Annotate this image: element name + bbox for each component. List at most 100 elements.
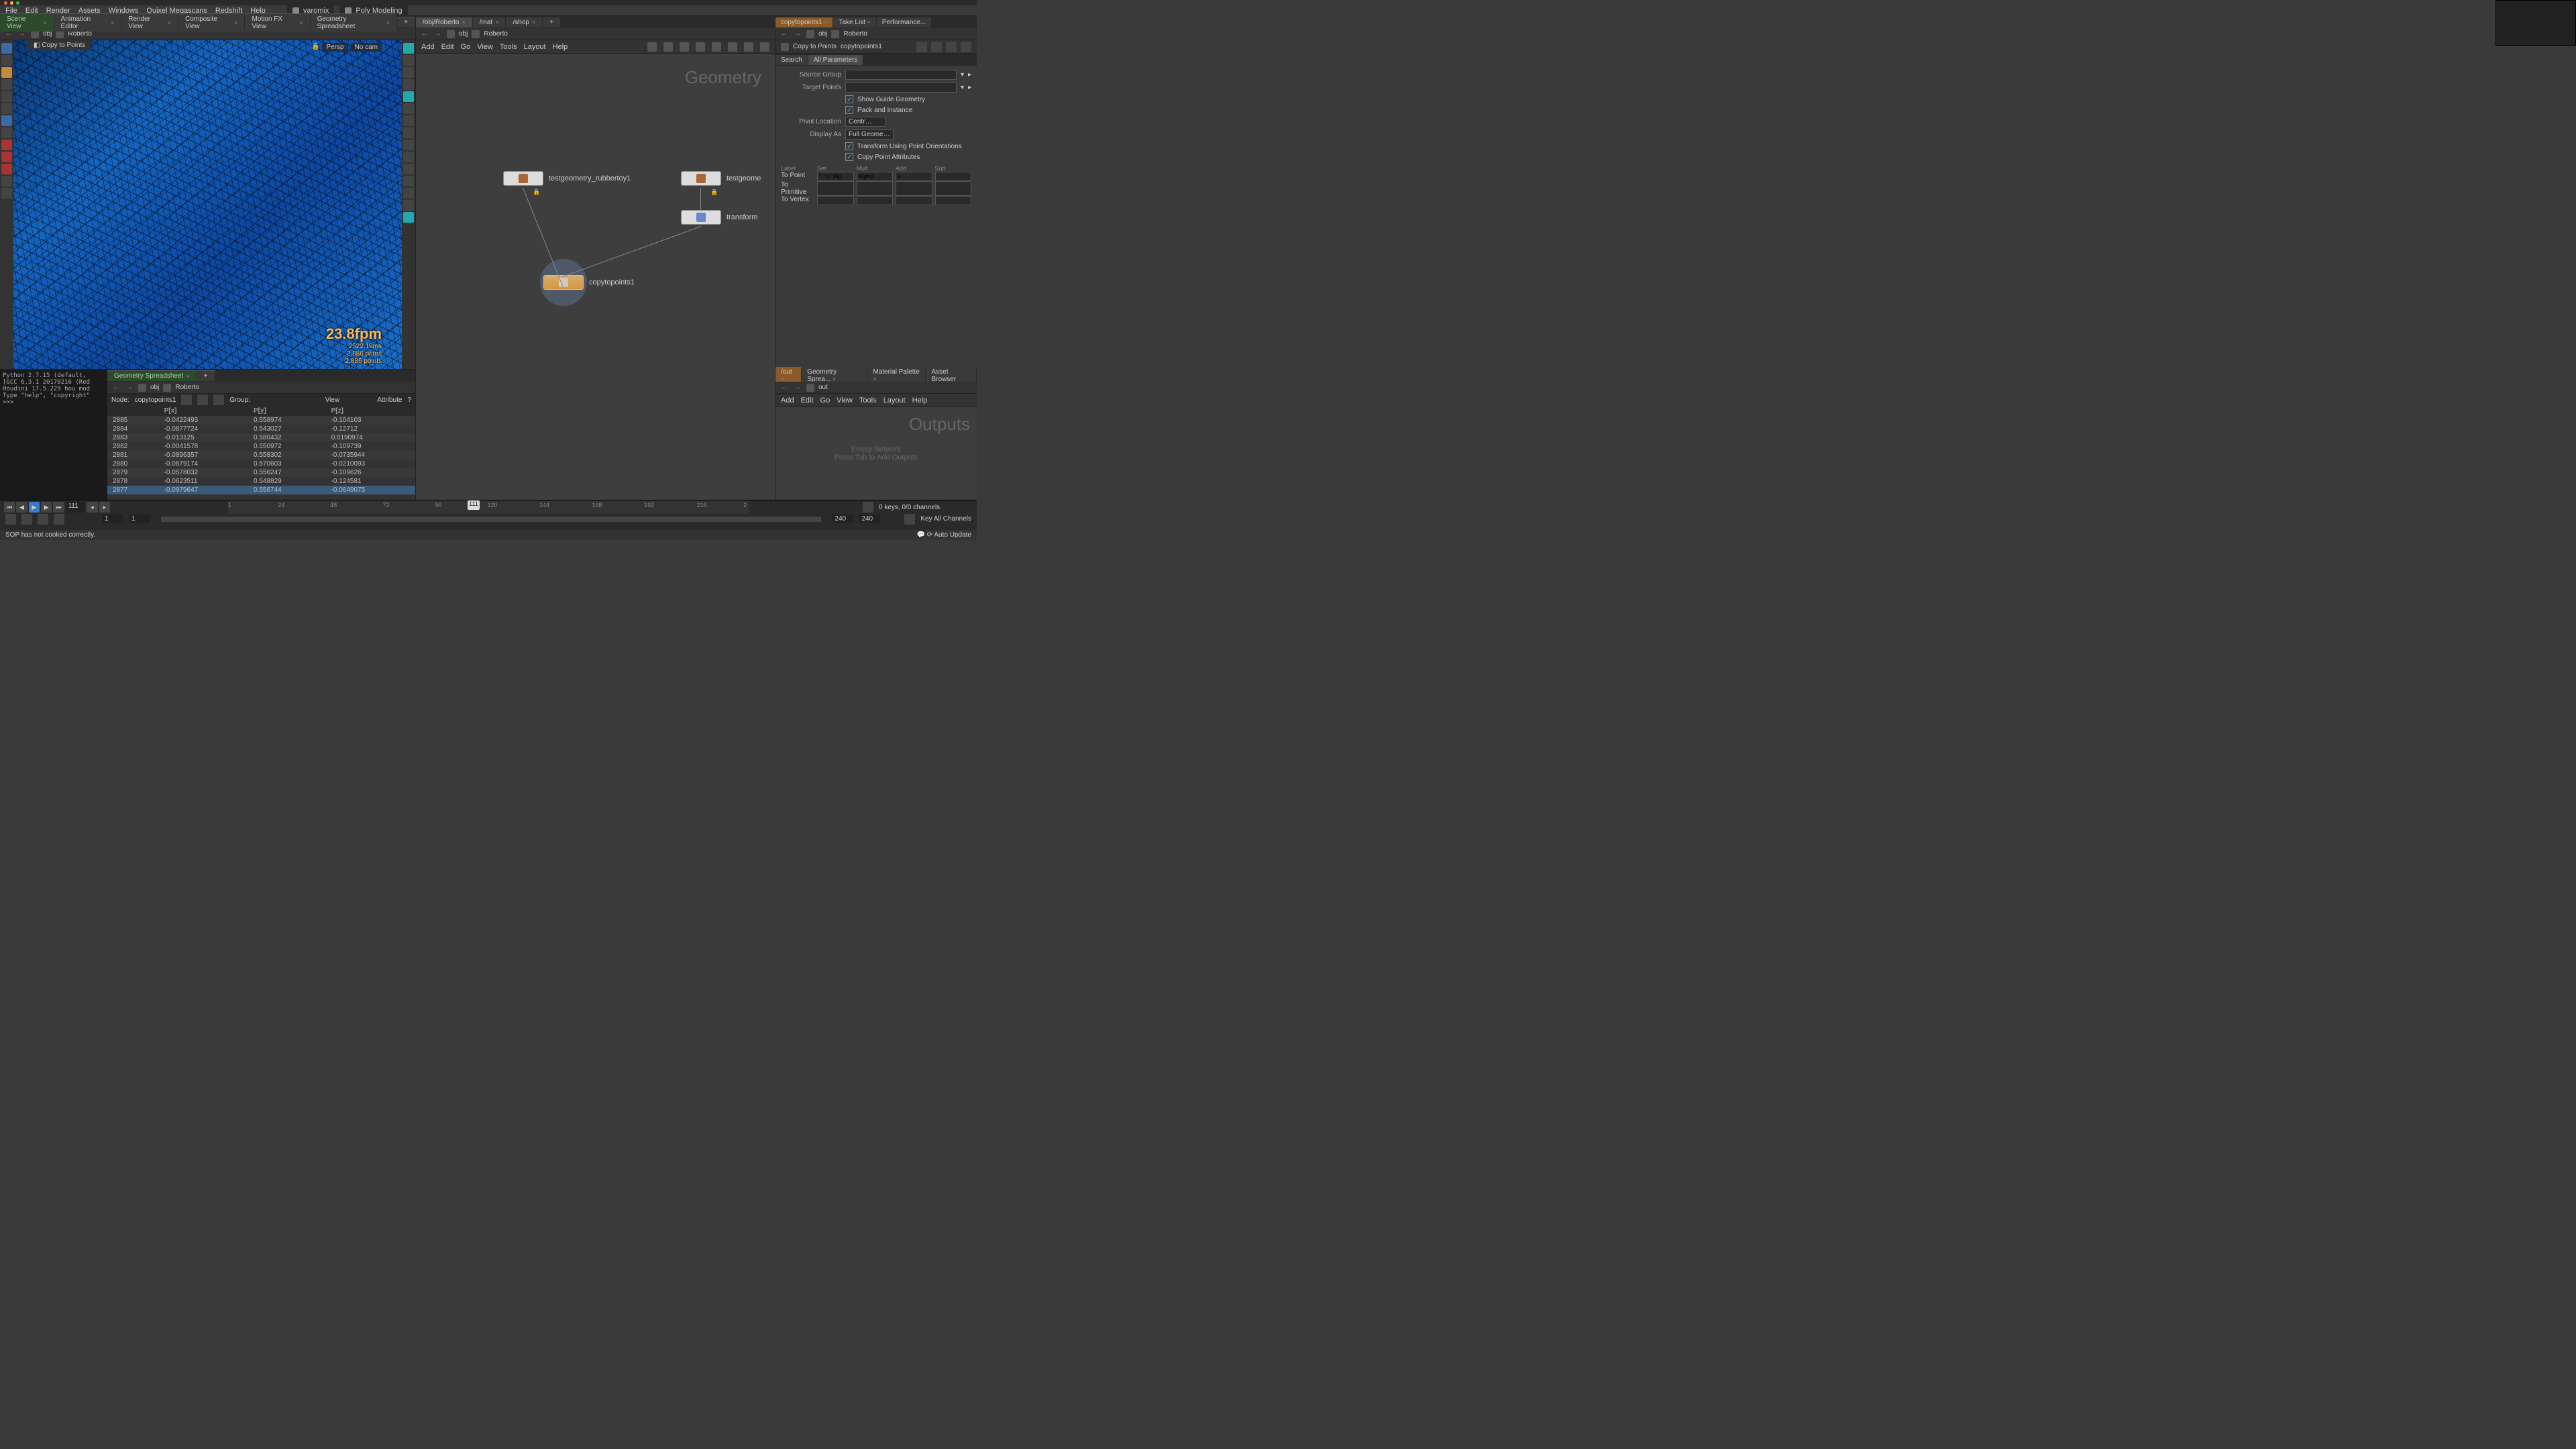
xform-orient-check[interactable]: ✓ — [845, 142, 853, 150]
target-points-input[interactable] — [845, 83, 957, 93]
ptab-search[interactable]: Search — [775, 55, 808, 65]
nav-fwd-icon[interactable]: → — [125, 384, 134, 391]
info-icon[interactable] — [403, 200, 414, 211]
sticky-icon[interactable] — [712, 42, 721, 52]
net-path-roberto[interactable]: Roberto — [484, 30, 508, 38]
camera-persp[interactable]: Persp — [322, 43, 347, 52]
out-menu-add[interactable]: Add — [781, 396, 794, 405]
view-tool-icon[interactable] — [1, 176, 12, 186]
netbox-icon[interactable] — [728, 42, 737, 52]
magnet-tool-icon[interactable] — [1, 152, 12, 162]
search-icon[interactable] — [946, 42, 957, 52]
cook-icon[interactable]: ⟳ — [927, 531, 932, 539]
move-tool-icon[interactable] — [1, 79, 12, 90]
tab-geo-spread[interactable]: Geometry Spreadsheet× — [311, 13, 397, 32]
range-end-field[interactable]: 240 — [832, 515, 853, 523]
net-menu-tools[interactable]: Tools — [500, 43, 517, 51]
copy-attr-check[interactable]: ✓ — [845, 153, 853, 161]
current-frame-field[interactable]: 111 — [66, 502, 86, 513]
uv-icon[interactable] — [403, 140, 414, 150]
arrow-icon[interactable]: ▸ — [968, 71, 971, 78]
nav-fwd-icon[interactable]: → — [433, 30, 443, 38]
out-menu-view[interactable]: View — [837, 396, 853, 405]
chevron-down-icon[interactable]: ▾ — [961, 84, 964, 91]
home-icon[interactable] — [447, 30, 455, 38]
tab-comp-view[interactable]: Composite View× — [178, 13, 244, 32]
ptab-takelist[interactable]: Take List × — [833, 17, 875, 28]
next-frame-button[interactable]: ▶ — [41, 502, 52, 513]
tab-add[interactable]: + — [397, 17, 415, 28]
os-close-icon[interactable] — [4, 1, 7, 5]
info-icon[interactable] — [961, 42, 971, 52]
gear-icon[interactable] — [916, 42, 927, 52]
out-menu-help[interactable]: Help — [912, 396, 928, 405]
point-icon[interactable] — [403, 152, 414, 162]
out-path[interactable]: out — [818, 384, 828, 391]
op-name-label[interactable]: copytopoints1 — [841, 43, 882, 50]
to-prim-sub[interactable] — [935, 181, 972, 196]
to-prim-set[interactable] — [817, 181, 854, 196]
nav-back-icon[interactable]: ← — [420, 30, 429, 38]
to-point-set[interactable] — [817, 172, 854, 181]
net-menu-edit[interactable]: Edit — [441, 43, 454, 51]
palette-icon[interactable] — [760, 42, 769, 52]
key-all-label[interactable]: Key All Channels — [920, 515, 971, 523]
sp-path-roberto[interactable]: Roberto — [175, 384, 199, 391]
node-rubbertoy[interactable]: testgeometry_rubbertoy1 🔒 — [503, 171, 631, 186]
ghost-icon[interactable] — [403, 55, 414, 66]
select-tool-icon[interactable] — [1, 43, 12, 54]
grid-icon[interactable] — [696, 42, 705, 52]
tab-add-lower[interactable]: + — [197, 370, 215, 381]
net-menu-layout[interactable]: Layout — [524, 43, 546, 51]
path-seg-obj[interactable]: obj — [43, 30, 52, 38]
ptab-node[interactable]: copytopoints1 × — [775, 17, 833, 28]
chat-icon[interactable]: 💬 — [917, 531, 925, 539]
prev-key-button[interactable]: ◂ — [87, 502, 97, 513]
displayas-dropdown[interactable]: Full Geome… — [845, 129, 894, 140]
channel-icon[interactable] — [904, 514, 915, 525]
nav-back-icon[interactable]: ← — [111, 384, 121, 391]
grid-icon[interactable] — [403, 67, 414, 78]
verts-mode-icon[interactable] — [197, 394, 208, 405]
range-end2-field[interactable]: 240 — [859, 515, 880, 523]
list-icon[interactable] — [663, 42, 673, 52]
paint-tool-icon[interactable] — [1, 140, 12, 150]
network-view[interactable]: Geometry testgeometry_rubbertoy1 🔒 testg… — [416, 54, 775, 500]
range-start-field[interactable]: 1 — [102, 515, 123, 523]
material-icon[interactable] — [403, 115, 414, 126]
attribute-dd[interactable]: Attribute — [377, 396, 402, 404]
help-icon[interactable] — [931, 42, 942, 52]
prev-frame-button[interactable]: ◀ — [16, 502, 27, 513]
rpath-obj[interactable]: obj — [818, 30, 827, 38]
lasso-tool-icon[interactable] — [1, 55, 12, 66]
out-menu-edit[interactable]: Edit — [801, 396, 814, 405]
to-prim-mult[interactable] — [857, 181, 894, 196]
net-menu-add[interactable]: Add — [421, 43, 435, 51]
edge-icon[interactable] — [403, 176, 414, 186]
home-icon[interactable] — [138, 384, 146, 392]
sculpt-tool-icon[interactable] — [1, 164, 12, 174]
shade-icon[interactable] — [403, 91, 414, 102]
lock-icon[interactable]: 🔒 — [311, 43, 319, 52]
handle-tool-icon[interactable] — [1, 115, 12, 126]
brush-tool-icon[interactable] — [1, 67, 12, 78]
nav-fwd-icon[interactable]: → — [17, 30, 27, 38]
net-path-obj[interactable]: obj — [459, 30, 468, 38]
nav-back-icon[interactable]: ← — [780, 30, 789, 38]
range-icon[interactable] — [38, 514, 48, 525]
python-shell[interactable]: Python 2.7.15 (default, [GCC 6.3.1 20170… — [0, 370, 107, 500]
show-guide-check[interactable]: ✓ — [845, 95, 853, 103]
close-icon[interactable]: × — [43, 19, 46, 26]
rotate-tool-icon[interactable] — [1, 91, 12, 102]
net-menu-view[interactable]: View — [477, 43, 493, 51]
wire-icon[interactable] — [403, 79, 414, 90]
to-vert-sub[interactable] — [935, 196, 972, 205]
view-dd[interactable]: View — [325, 396, 340, 404]
home-icon[interactable] — [806, 30, 814, 38]
help-icon[interactable]: ? — [407, 396, 411, 404]
nav-back-icon[interactable]: ← — [780, 384, 789, 391]
nav-back-icon[interactable]: ← — [4, 30, 13, 38]
tab-motionfx[interactable]: Motion FX View× — [245, 13, 309, 32]
nav-fwd-icon[interactable]: → — [793, 384, 802, 391]
to-point-mult[interactable] — [857, 172, 894, 181]
